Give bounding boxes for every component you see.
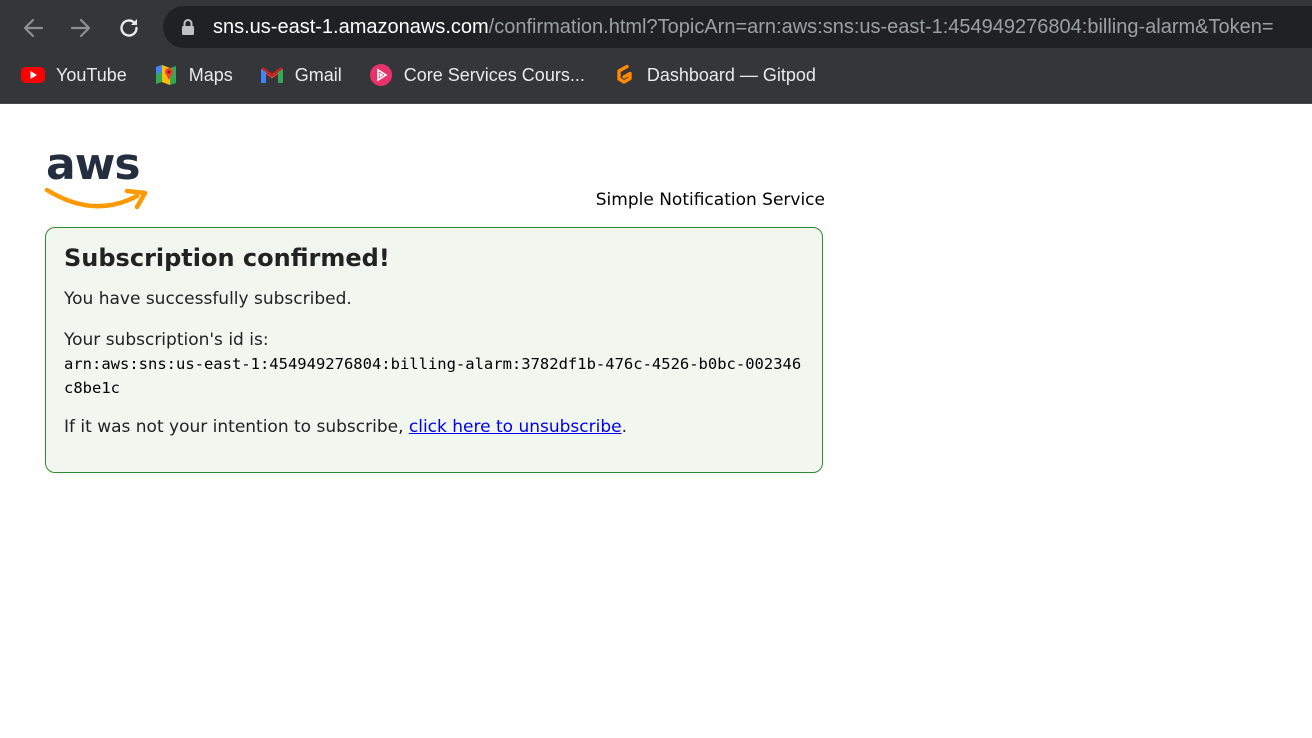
bookmark-gitpod[interactable]: Dashboard — Gitpod (611, 58, 816, 92)
bookmarks-bar: YouTube Maps Gmail Core Services Cours..… (0, 58, 822, 92)
reload-icon (120, 19, 138, 37)
bookmark-youtube[interactable]: YouTube (20, 58, 127, 92)
lock-icon[interactable] (179, 18, 197, 36)
browser-toolbar: sns.us-east-1.amazonaws.com/confirmation… (0, 0, 1312, 104)
unsubscribe-link[interactable]: click here to unsubscribe (409, 417, 622, 437)
arrow-right-icon (70, 18, 91, 38)
maps-icon (153, 62, 179, 88)
subscription-id-label: Your subscription's id is: (64, 330, 269, 350)
service-name: Simple Notification Service (595, 190, 825, 210)
bookmark-label: YouTube (56, 64, 127, 85)
gmail-icon (259, 62, 285, 88)
arrow-left-icon (23, 18, 44, 38)
bookmark-label: Maps (188, 64, 233, 85)
bookmark-label: Gmail (294, 64, 342, 85)
confirmation-panel: Subscription confirmed! You have success… (45, 227, 823, 473)
url-text[interactable]: sns.us-east-1.amazonaws.com/confirmation… (213, 15, 1274, 39)
bookmark-gmail[interactable]: Gmail (259, 58, 342, 92)
unsubscribe-suffix: . (621, 417, 628, 437)
url-host: sns.us-east-1.amazonaws.com (213, 16, 489, 38)
reload-button[interactable] (109, 8, 149, 48)
subscription-arn: arn:aws:sns:us-east-1:454949276804:billi… (64, 355, 802, 397)
bookmark-core-services[interactable]: Core Services Cours... (368, 58, 585, 92)
gitpod-icon (611, 62, 637, 88)
aws-logo: aws (44, 143, 148, 210)
bookmark-label: Core Services Cours... (403, 64, 585, 85)
page-title: Subscription confirmed! (64, 244, 390, 272)
forward-button[interactable] (61, 8, 101, 48)
url-path: /confirmation.html?TopicArn=arn:aws:sns:… (488, 16, 1274, 38)
aws-logo-text: aws (46, 143, 140, 190)
success-message: You have successfully subscribed. (64, 289, 352, 309)
youtube-icon (20, 62, 46, 88)
unsubscribe-paragraph: If it was not your intention to subscrib… (64, 416, 627, 438)
back-button[interactable] (13, 8, 53, 48)
unsubscribe-prefix: If it was not your intention to subscrib… (64, 417, 409, 437)
bookmark-label: Dashboard — Gitpod (646, 64, 816, 85)
bookmark-maps[interactable]: Maps (153, 58, 233, 92)
play-circle-icon (368, 62, 394, 88)
address-bar[interactable]: sns.us-east-1.amazonaws.com/confirmation… (163, 6, 1312, 48)
